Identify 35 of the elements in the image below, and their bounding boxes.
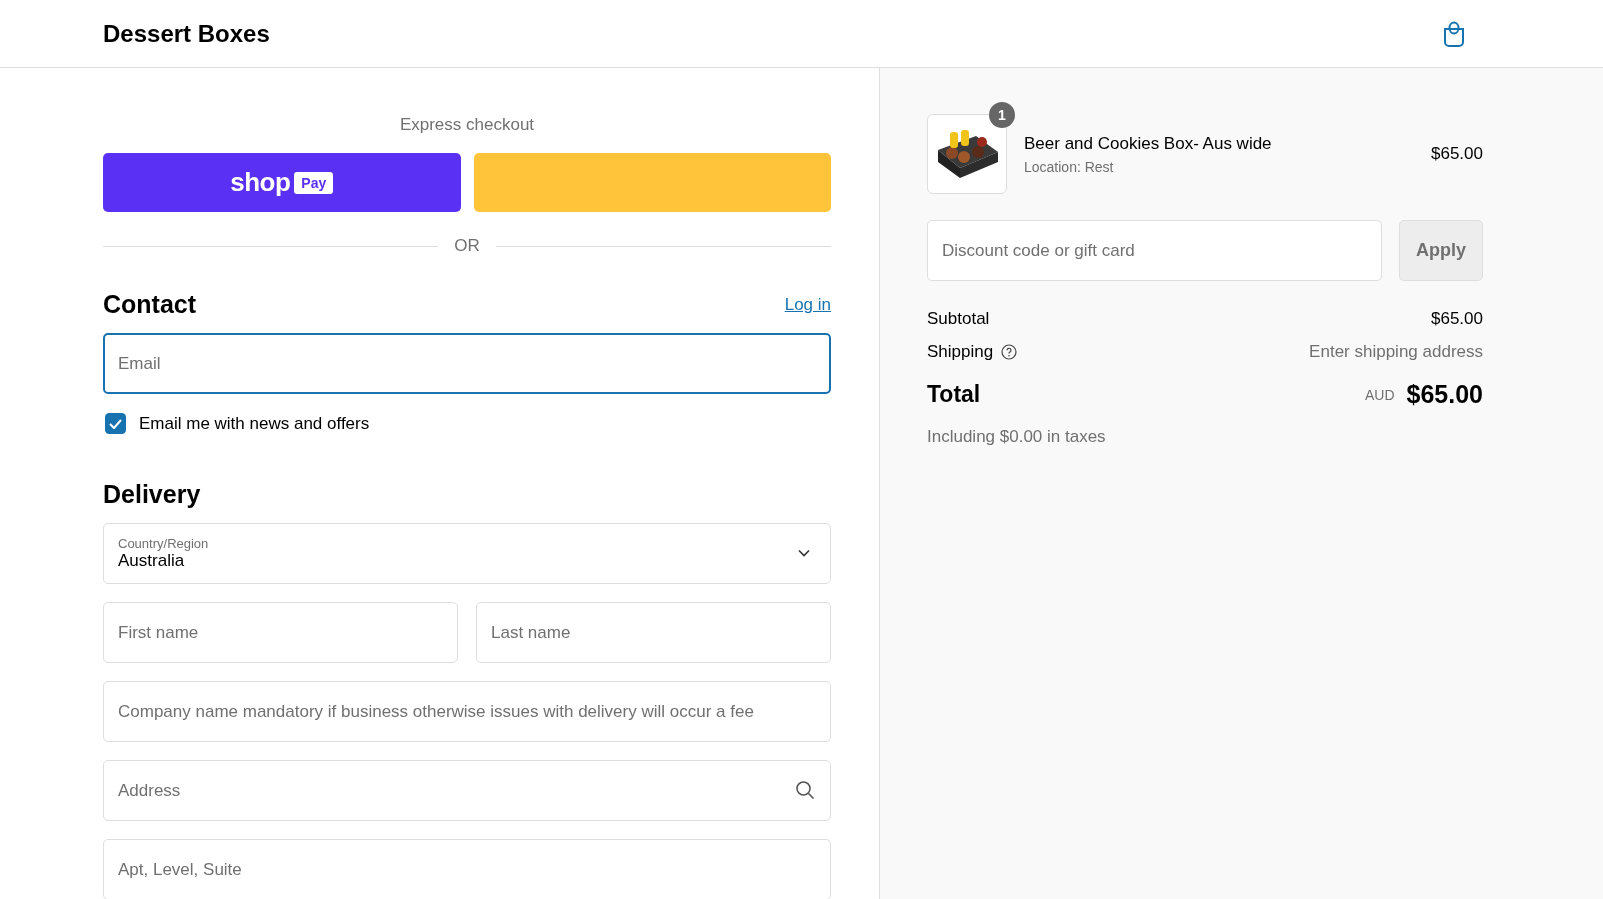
or-divider-label: OR <box>454 236 480 256</box>
checkmark-icon <box>109 418 122 429</box>
apply-button[interactable]: Apply <box>1399 220 1483 281</box>
total-amount: $65.00 <box>1406 380 1483 409</box>
shopping-bag-icon[interactable] <box>1442 19 1466 48</box>
shop-pay-button[interactable]: shop Pay <box>103 153 461 212</box>
country-select[interactable]: Country/Region Australia <box>103 523 831 584</box>
chevron-down-icon <box>798 549 810 557</box>
input-field[interactable]: Last name <box>476 602 831 663</box>
email-field[interactable]: Email <box>103 333 831 394</box>
help-icon[interactable] <box>1001 344 1018 360</box>
currency-code: AUD <box>1364 386 1395 403</box>
subtotal-label: Subtotal <box>927 309 990 329</box>
quantity-badge: 1 <box>989 102 1015 128</box>
product-location: Location: Rest <box>1024 158 1115 175</box>
log-in-link[interactable]: Log in <box>784 294 831 315</box>
section-heading: Contact <box>103 290 197 319</box>
product-name: Beer and Cookies Box- Aus wide <box>1024 133 1273 154</box>
input-field[interactable]: First name <box>103 602 458 663</box>
discount-code-field[interactable]: Discount code or gift card <box>927 220 1382 281</box>
checkbox[interactable] <box>105 413 126 434</box>
shipping-label: Shipping <box>927 342 994 362</box>
store-title: Dessert Boxes <box>103 19 270 48</box>
address-field[interactable]: Address <box>103 760 831 821</box>
subtotal-value: $65.00 <box>1431 309 1483 329</box>
checkbox-label: Email me with news and offers <box>139 413 370 434</box>
taxes-note: Including $0.00 in taxes <box>927 427 1107 447</box>
input-field[interactable]: Company name mandatory if business otherwise issues with delivery will occur a fee <box>103 681 831 742</box>
shipping-value: Enter shipping address <box>1309 342 1483 362</box>
section-heading: Delivery <box>103 480 201 509</box>
total-label: Total <box>927 381 981 408</box>
express-checkout-label: Express checkout <box>398 115 536 135</box>
product-price: $65.00 <box>1431 144 1483 164</box>
search-icon <box>795 780 815 800</box>
input-field[interactable]: Apt, Level, Suite <box>103 839 831 899</box>
